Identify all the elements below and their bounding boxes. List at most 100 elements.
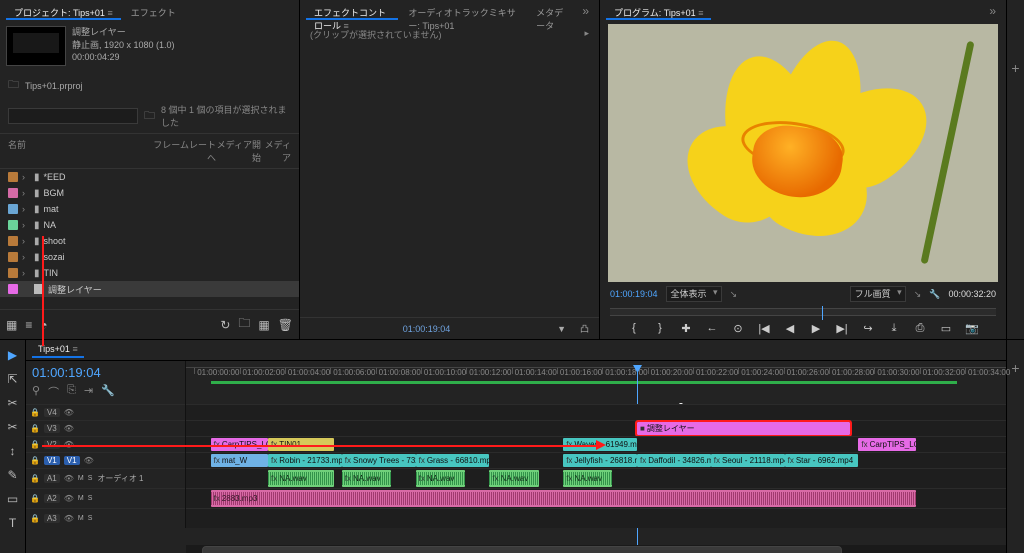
mute-solo[interactable]: M S [78, 495, 93, 502]
bin-row[interactable]: › ▮ BGM [0, 185, 299, 201]
clip[interactable]: fxCarpTIPS_LOGO_2104 [858, 438, 915, 451]
toggle-output-icon[interactable]: 👁 [64, 474, 74, 483]
track-select-tool[interactable]: ⇱ [7, 372, 17, 386]
quality-dropdown[interactable]: フル画質 [850, 286, 906, 302]
bin-row[interactable]: › ▮ sozai [0, 249, 299, 265]
add-panel-icon[interactable]: + [1011, 360, 1019, 376]
tab-audio-mixer[interactable]: オーディオトラックミキサー: Tips+01 [400, 4, 526, 20]
new-bin-icon[interactable]: 🗀 [238, 314, 250, 335]
tab-project[interactable]: プロジェクト: Tips+01 ≡ [6, 4, 121, 20]
sequence-tab[interactable]: Tips+01 ≡ [32, 342, 84, 358]
snapshot-button[interactable]: 📷 [965, 322, 979, 335]
project-filter-input[interactable] [8, 108, 138, 124]
program-ruler[interactable] [610, 308, 996, 316]
track-header-v2[interactable]: 🔒 V2 👁 [26, 436, 185, 452]
filter-bin-icon[interactable]: 🗀 [144, 107, 155, 126]
clip[interactable]: fxNA.wav [416, 470, 465, 487]
step-back-button[interactable]: |◀ [757, 322, 771, 335]
track-header-v3[interactable]: 🔒 V3 👁 [26, 420, 185, 436]
clip[interactable]: fxNA.wav [268, 470, 334, 487]
program-monitor[interactable] [608, 24, 998, 282]
tab-effects[interactable]: エフェクト [123, 4, 184, 20]
zoom-fit-dropdown[interactable]: 全体表示 [666, 286, 722, 302]
clip[interactable]: fxSnowy Trees - 7328.mp… [342, 454, 416, 467]
tl-header-icon[interactable]: 🔧 [101, 384, 115, 400]
lane-a1[interactable]: fxNA.wavfxNA.wavfxNA.wavfxNA.wavfxNA.wav [186, 468, 1006, 488]
lock-icon[interactable]: 🔒 [30, 408, 40, 417]
bin-row[interactable]: › ▮ TIN [0, 265, 299, 281]
toggle-output-icon[interactable]: 👁 [64, 424, 74, 433]
ec-timecode[interactable]: 01:00:19:04 [310, 324, 543, 334]
bin-row[interactable]: › ▮ *EED [0, 169, 299, 185]
bin-up-icon[interactable]: 🗀 [8, 76, 19, 95]
clip[interactable]: fxSeoul - 21118.mp4 [711, 454, 785, 467]
razor-tool[interactable]: ✂ [7, 420, 17, 434]
mark-in-button[interactable]: { [627, 322, 641, 335]
track-target[interactable]: V3 [44, 424, 60, 433]
tl-header-icon[interactable]: ⌒ [48, 384, 59, 400]
ec-filter-icon[interactable]: ▼ [557, 324, 566, 334]
view-icon-list[interactable]: ≡ [25, 318, 32, 332]
track-area[interactable]: ■調整レイヤーfxCarpTIPS_LOGO_2104fxTIN01fxWave… [186, 404, 1006, 528]
tl-header-icon[interactable]: ⇥ [84, 384, 93, 400]
clip[interactable]: fxStar - 6962.mp4 [785, 454, 859, 467]
clip[interactable]: fxGrass - 66810.mp4 [416, 454, 490, 467]
tl-header-icon[interactable]: ⚲ [32, 384, 40, 400]
lock-icon[interactable]: 🔒 [30, 514, 40, 523]
extract-button[interactable]: ⤓ [887, 322, 901, 335]
insert-button[interactable]: ⊙ [731, 322, 745, 335]
clip[interactable]: fx2883.mp3 [211, 490, 916, 507]
source-patch[interactable]: V1 [64, 456, 80, 465]
lock-icon[interactable]: 🔒 [30, 474, 40, 483]
safe-margins-button[interactable]: ▭ [939, 322, 953, 335]
wrench-icon[interactable]: 🔧 [929, 289, 940, 300]
panel-menu-icon[interactable]: » [985, 4, 1000, 20]
lock-icon[interactable]: 🔒 [30, 440, 40, 449]
adjustment-layer-item[interactable]: 調整レイヤー [0, 281, 299, 297]
lock-icon[interactable]: 🔒 [30, 494, 40, 503]
trash-icon[interactable]: 🗑 [278, 318, 293, 332]
view-icon-grid[interactable]: ▦ [6, 318, 17, 332]
toggle-output-icon[interactable]: 👁 [84, 456, 94, 465]
lane-v4[interactable] [186, 404, 1006, 420]
mute-solo[interactable]: M S [78, 515, 93, 522]
type-tool[interactable]: T [9, 516, 16, 530]
program-timecode[interactable]: 01:00:19:04 [610, 289, 658, 299]
track-header-a1[interactable]: 🔒 A1 👁 M Sオーディオ 1 [26, 468, 185, 488]
toggle-output-icon[interactable]: 👁 [64, 494, 74, 503]
timeline-ruler[interactable]: 01:00:00:0001:00:02:0001:00:04:0001:00:0… [186, 361, 1006, 404]
ec-arrow-icon[interactable]: ▸ [584, 28, 589, 41]
panel-menu-icon[interactable]: » [578, 4, 593, 20]
add-panel-icon[interactable]: + [1011, 60, 1019, 76]
track-target[interactable]: A2 [44, 494, 60, 503]
play-button[interactable]: ▶ [809, 322, 823, 335]
clip-adjustment-layer[interactable]: ■調整レイヤー [637, 422, 850, 435]
selection-tool[interactable]: ▶ [8, 348, 17, 362]
lane-v1[interactable]: fxmat_WfxRobin - 21733.mp4fxSnowy Trees … [186, 452, 1006, 468]
tl-header-icon[interactable]: ⎘ [67, 384, 76, 400]
bin-row[interactable]: › ▮ NA [0, 217, 299, 233]
track-target[interactable]: A1 [44, 474, 60, 483]
export-frame-button[interactable]: ⎙ [913, 322, 927, 335]
lane-a3[interactable] [186, 508, 1006, 528]
bin-row[interactable]: › ▮ mat [0, 201, 299, 217]
mute-solo[interactable]: M S [78, 475, 93, 482]
refresh-icon[interactable]: ↻ [220, 318, 230, 332]
ripple-tool[interactable]: ✂ [7, 396, 17, 410]
track-header-a2[interactable]: 🔒 A2 👁 M S [26, 488, 185, 508]
toggle-output-icon[interactable]: 👁 [64, 408, 74, 417]
tab-program[interactable]: プログラム: Tips+01 ≡ [606, 4, 711, 20]
lane-v3[interactable]: ■調整レイヤー [186, 420, 1006, 436]
col-media[interactable]: メディア [261, 138, 291, 164]
track-target[interactable]: V1 [44, 456, 60, 465]
slip-tool[interactable]: ↕ [10, 444, 16, 458]
tab-effect-controls[interactable]: エフェクトコントロール ≡ [306, 4, 398, 20]
bin-row[interactable]: › ▮ shoot [0, 233, 299, 249]
work-area-bar[interactable] [211, 381, 957, 384]
clip[interactable]: fxRobin - 21733.mp4 [268, 454, 342, 467]
col-framerate[interactable]: フレームレート へ [151, 138, 216, 164]
timeline-timecode[interactable]: 01:00:19:04 [32, 365, 179, 380]
ec-wrench-icon[interactable]: 凸 [580, 322, 589, 335]
new-item-icon[interactable]: ▦ [258, 318, 269, 332]
mark-out-button[interactable]: } [653, 322, 667, 335]
